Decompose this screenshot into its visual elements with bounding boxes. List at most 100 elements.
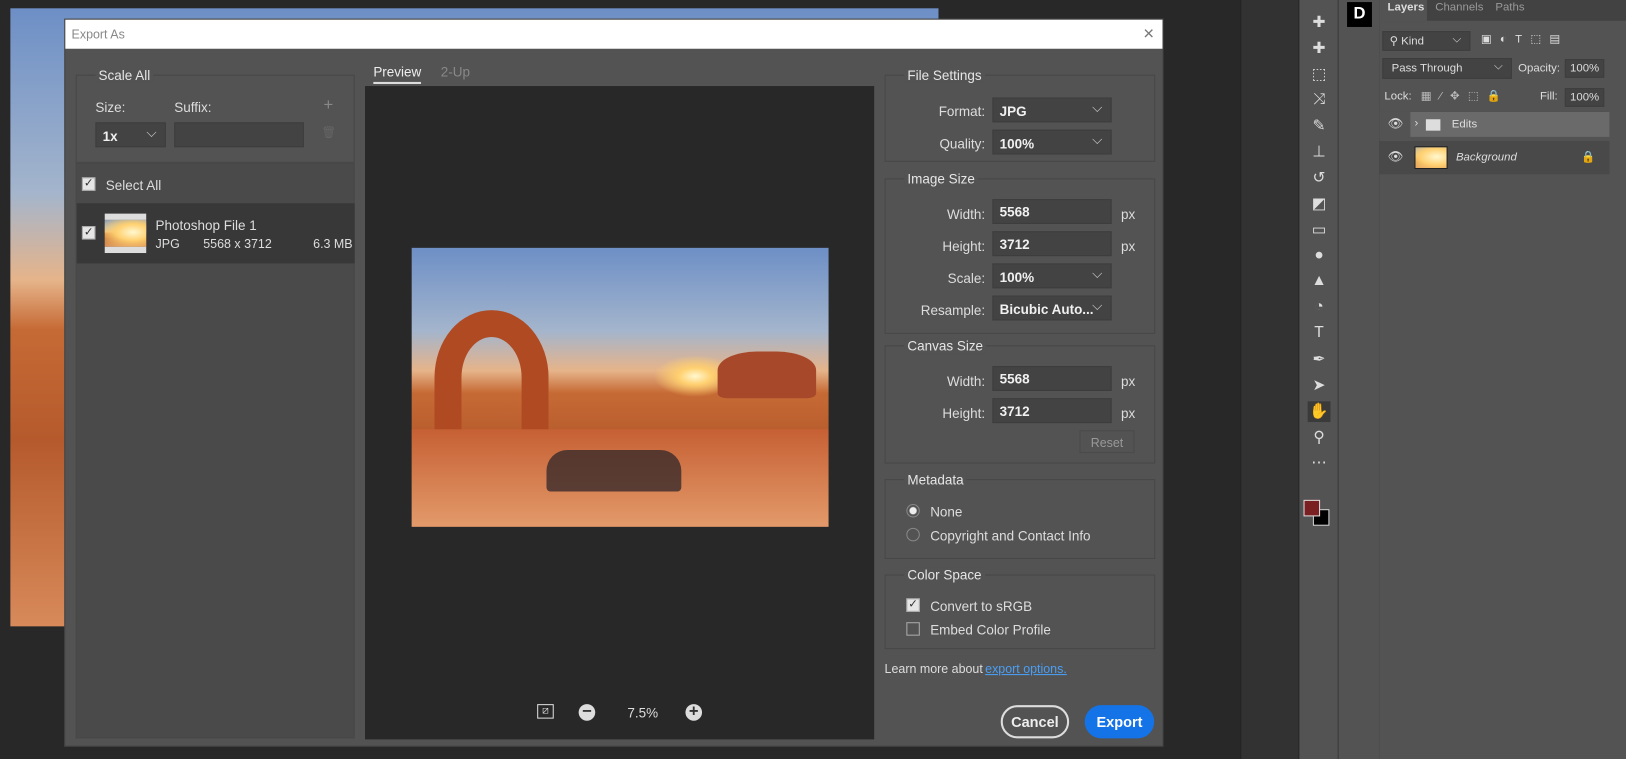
reset-button[interactable]: Reset bbox=[1079, 430, 1135, 454]
group-title: File Settings bbox=[904, 67, 985, 83]
marquee-tool-icon[interactable]: ⬚ bbox=[1308, 64, 1331, 85]
path-select-tool-icon[interactable]: ➤ bbox=[1308, 375, 1331, 396]
file-list: ✓ Select All ✓ Photoshop File 1 JPG 5568… bbox=[75, 162, 355, 739]
image-width-input[interactable] bbox=[992, 199, 1112, 224]
export-options-link[interactable]: export options. bbox=[985, 662, 1067, 677]
canvas-width-input[interactable] bbox=[992, 366, 1112, 391]
layer-row-background[interactable]: 👁 Background 🔒 bbox=[1379, 141, 1610, 175]
file-format: JPG bbox=[155, 236, 180, 251]
scale-label: Scale: bbox=[947, 270, 986, 287]
width-label: Width: bbox=[946, 206, 986, 222]
dialog-title: Export As bbox=[65, 19, 1163, 49]
dodge-tool-icon[interactable]: ◔ bbox=[1308, 298, 1331, 319]
type-tool-icon[interactable]: T bbox=[1308, 324, 1331, 345]
blend-mode-select[interactable]: Pass Through bbox=[1382, 58, 1512, 79]
export-as-dialog: Export As × Scale All Size: Suffix: + 1x… bbox=[64, 18, 1164, 747]
tools-panel bbox=[1240, 0, 1299, 759]
file-item[interactable]: ✓ Photoshop File 1 JPG 5568 x 3712 6.3 M… bbox=[76, 203, 355, 264]
filter-icons[interactable]: ▣◐T⬚▤ bbox=[1481, 32, 1569, 45]
zoom-in-icon[interactable]: + bbox=[685, 704, 703, 721]
resample-select[interactable]: Bicubic Auto... bbox=[992, 295, 1112, 321]
hand-tool-icon[interactable]: ✋ bbox=[1307, 401, 1331, 423]
metadata-none-radio[interactable] bbox=[906, 503, 920, 518]
lock-icon: 🔒 bbox=[1581, 151, 1596, 164]
format-select[interactable]: JPG bbox=[992, 97, 1112, 123]
delete-icon[interactable]: 🗑 bbox=[321, 125, 335, 139]
checkbox-label: Embed Color Profile bbox=[930, 622, 1051, 638]
folder-icon bbox=[1425, 119, 1441, 131]
preview-image bbox=[411, 247, 829, 527]
brush-tool-icon[interactable]: ✎ bbox=[1308, 116, 1331, 137]
eraser-tool-icon[interactable]: ◩ bbox=[1308, 194, 1331, 215]
search-icon: ⚲ bbox=[1389, 35, 1402, 48]
suffix-input[interactable] bbox=[174, 122, 304, 148]
tab-preview[interactable]: Preview bbox=[373, 64, 422, 84]
select-all-checkbox[interactable]: ✓ bbox=[81, 177, 96, 191]
tab-channels[interactable]: Channels bbox=[1435, 1, 1483, 13]
height-label: Height: bbox=[942, 405, 986, 422]
tab-2-up[interactable]: 2-Up bbox=[441, 64, 470, 80]
file-checkbox[interactable]: ✓ bbox=[81, 226, 96, 240]
radio-label: Copyright and Contact Info bbox=[930, 527, 1091, 544]
color-space-group: Color Space ✓ Convert to sRGB Embed Colo… bbox=[884, 567, 1156, 650]
height-label: Height: bbox=[942, 238, 986, 255]
panel-icon[interactable]: D bbox=[1347, 2, 1372, 27]
expand-chevron-icon[interactable]: › bbox=[1414, 117, 1418, 129]
zoom-level: 7.5% bbox=[627, 705, 659, 721]
export-button[interactable]: Export bbox=[1084, 705, 1155, 739]
group-title: Metadata bbox=[904, 471, 967, 488]
patch-tool-icon[interactable]: ✚ bbox=[1308, 38, 1331, 59]
sharpen-tool-icon[interactable]: ▲ bbox=[1308, 272, 1331, 293]
stamp-tool-icon[interactable]: ⊥ bbox=[1308, 142, 1331, 163]
blur-tool-icon[interactable]: ● bbox=[1308, 246, 1331, 267]
resample-label: Resample: bbox=[920, 302, 986, 319]
zoom-out-icon[interactable]: − bbox=[578, 704, 596, 721]
metadata-copyright-radio[interactable] bbox=[906, 527, 920, 542]
embed-profile-checkbox[interactable] bbox=[906, 622, 920, 636]
gradient-tool-icon[interactable]: ▭ bbox=[1308, 220, 1331, 241]
opacity-input[interactable]: 100% bbox=[1564, 59, 1605, 78]
group-title: Canvas Size bbox=[904, 338, 987, 354]
layer-row-edits[interactable]: 👁 › Edits bbox=[1379, 111, 1610, 137]
pen-tool-icon[interactable]: ✒ bbox=[1308, 349, 1331, 370]
fill-input[interactable]: 100% bbox=[1564, 88, 1605, 107]
zoom-tool-icon[interactable]: ⚲ bbox=[1308, 427, 1331, 448]
width-label: Width: bbox=[946, 373, 986, 389]
quality-select[interactable]: 100% bbox=[992, 129, 1112, 155]
convert-srgb-checkbox[interactable]: ✓ bbox=[906, 598, 920, 612]
tab-layers[interactable]: Layers bbox=[1379, 0, 1427, 22]
healing-brush-tool-icon[interactable]: ✚ bbox=[1308, 12, 1331, 33]
foreground-color[interactable] bbox=[1303, 499, 1321, 517]
scale-select[interactable]: 100% bbox=[992, 263, 1112, 289]
canvas-height-input[interactable] bbox=[992, 398, 1112, 424]
tab-paths[interactable]: Paths bbox=[1495, 1, 1524, 13]
size-select[interactable]: 1x bbox=[95, 122, 166, 148]
metadata-group: Metadata None Copyright and Contact Info bbox=[884, 471, 1156, 559]
layer-name: Background bbox=[1455, 151, 1517, 164]
checkbox-label: Convert to sRGB bbox=[930, 598, 1033, 614]
layer-thumbnail bbox=[1414, 146, 1448, 170]
unit-label: px bbox=[1120, 405, 1136, 422]
size-label: Size: bbox=[95, 99, 126, 116]
fit-preview-icon[interactable]: ⧄ bbox=[537, 704, 554, 719]
group-title: Image Size bbox=[904, 171, 978, 187]
select-all-label: Select All bbox=[105, 177, 162, 193]
close-icon[interactable]: × bbox=[1143, 23, 1154, 45]
file-dimensions: 5568 x 3712 bbox=[203, 236, 272, 251]
cancel-button[interactable]: Cancel bbox=[1000, 705, 1070, 739]
file-thumbnail bbox=[104, 213, 147, 254]
unit-label: px bbox=[1120, 238, 1136, 255]
image-height-input[interactable] bbox=[992, 231, 1112, 257]
eye-icon[interactable]: 👁 bbox=[1388, 116, 1404, 131]
eye-icon[interactable]: 👁 bbox=[1388, 149, 1404, 164]
layers-panel: Layers Channels Paths ⚲ Kind ▣◐T⬚▤ Pass … bbox=[1379, 0, 1626, 759]
more-tool-icon[interactable]: ⋯ bbox=[1308, 453, 1331, 474]
crop-swap-tool-icon[interactable]: ⤨ bbox=[1308, 90, 1331, 111]
radio-label: None bbox=[930, 503, 963, 520]
filter-kind-select[interactable]: ⚲ Kind bbox=[1382, 31, 1471, 51]
scale-all-group: Scale All Size: Suffix: + 1x 🗑 bbox=[75, 67, 355, 163]
lock-icons[interactable]: ▦⁄✥⬚🔒 bbox=[1421, 89, 1510, 102]
history-brush-tool-icon[interactable]: ↺ bbox=[1308, 168, 1331, 189]
group-title: Color Space bbox=[904, 567, 985, 583]
add-scale-button[interactable]: + bbox=[324, 96, 334, 115]
